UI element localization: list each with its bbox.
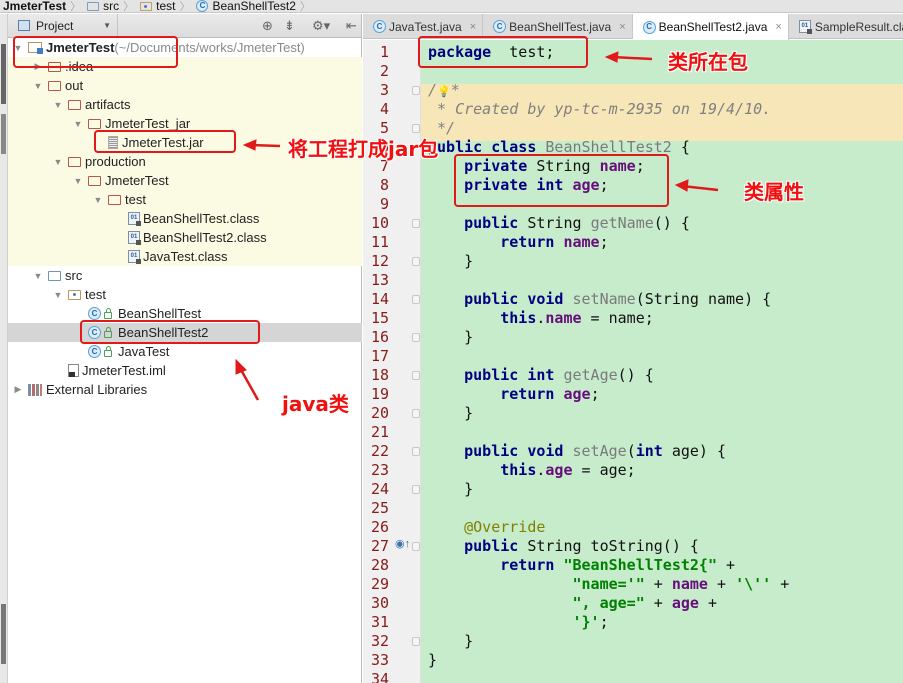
arrowhead-class <box>235 358 247 375</box>
annotation-package-label: 类所在包 <box>668 50 748 74</box>
annotation-fields-label: 类属性 <box>744 180 804 204</box>
arrow-to-package <box>611 55 653 61</box>
annotation-class-label: java类 <box>282 392 349 416</box>
arrowhead-fields <box>674 179 689 192</box>
annotation-arrows <box>235 51 719 401</box>
arrowhead-jar <box>242 139 257 151</box>
arrowhead-package <box>604 51 619 63</box>
annotation-jar-label: 将工程打成jar包 <box>288 137 439 161</box>
arrow-to-class <box>238 367 260 401</box>
